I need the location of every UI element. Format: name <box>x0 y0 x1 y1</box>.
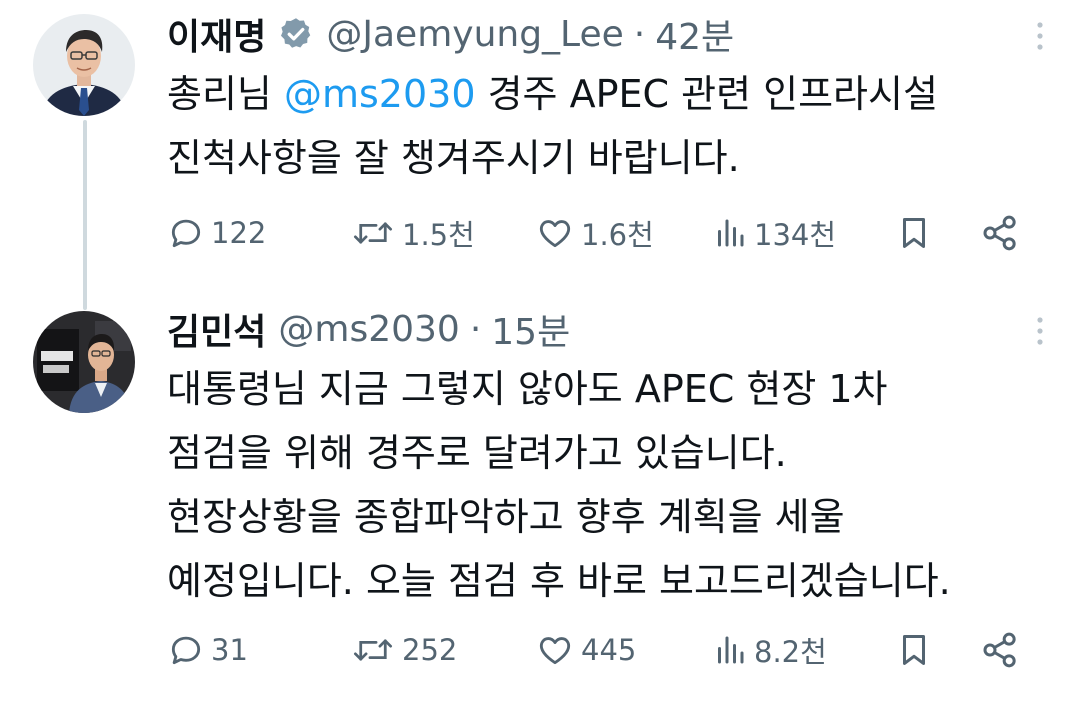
views-button[interactable]: 8.2천 <box>712 625 827 675</box>
heart-icon <box>539 220 571 248</box>
tweet[interactable]: 이재명 @Jaemyung_Lee · 42분 총리님 @ms2030 경주 A… <box>0 0 1080 290</box>
bookmark-icon <box>902 218 926 248</box>
user-handle[interactable]: @Jaemyung_Lee <box>326 14 623 55</box>
text-segment: 경주 APEC 관련 인프라시설 <box>475 72 938 116</box>
display-name[interactable]: 이재명 <box>167 8 266 60</box>
reply-count: 122 <box>211 216 267 250</box>
text-segment: 점검을 위해 경주로 달려가고 있습니다. <box>167 431 787 475</box>
like-count: 1.6천 <box>581 218 654 252</box>
vertical-dots-icon[interactable] <box>1030 313 1050 349</box>
reply-button[interactable]: 31 <box>167 625 248 675</box>
repost-count: 1.5천 <box>402 218 475 252</box>
display-name[interactable]: 김민석 <box>167 303 266 355</box>
like-button[interactable]: 445 <box>535 625 636 675</box>
heart-icon <box>539 637 571 665</box>
bar-chart-icon <box>718 636 744 664</box>
tweet-actions: 122 1.5천 1.6천 134천 <box>167 208 1050 258</box>
tweet-text: 총리님 @ms2030 경주 APEC 관련 인프라시설 진척사항을 잘 챙겨주… <box>167 62 1067 190</box>
tweet-text-line: 점검을 위해 경주로 달려가고 있습니다. <box>167 421 1067 485</box>
vertical-dots-icon[interactable] <box>1030 18 1050 54</box>
avatar[interactable] <box>33 311 135 413</box>
view-count: 134천 <box>754 218 837 252</box>
tweet-text-line: 진척사항을 잘 챙겨주시기 바랍니다. <box>167 126 1067 190</box>
tweet-text-line: 대통령님 지금 그렇지 않아도 APEC 현장 1차 <box>167 357 1067 421</box>
bookmark-button[interactable] <box>895 625 933 675</box>
repost-button[interactable]: 1.5천 <box>350 208 475 258</box>
tweet-header: 김민석 @ms2030 · 15분 <box>167 301 570 357</box>
verified-badge-icon[interactable] <box>278 16 314 52</box>
repost-button[interactable]: 252 <box>350 625 457 675</box>
text-segment: 예정입니다. 오늘 점검 후 바로 보고드리겠습니다. <box>167 559 951 603</box>
reply-button[interactable]: 122 <box>167 208 266 258</box>
reply-count: 31 <box>211 633 248 667</box>
tweet-actions: 31 252 445 8.2천 <box>167 625 1050 675</box>
like-count: 445 <box>581 633 637 667</box>
repost-arrows-icon <box>353 222 393 244</box>
share-button[interactable] <box>980 625 1020 675</box>
text-segment: 총리님 <box>167 72 284 116</box>
reply-bubble-icon <box>171 636 201 665</box>
separator-dot: · <box>469 308 482 350</box>
like-button[interactable]: 1.6천 <box>535 208 654 258</box>
text-segment: 대통령님 지금 그렇지 않아도 APEC 현장 1차 <box>167 367 888 411</box>
post-time[interactable]: 15분 <box>491 303 570 355</box>
tweet[interactable]: 김민석 @ms2030 · 15분 대통령님 지금 그렇지 않아도 APEC 현… <box>0 295 1080 701</box>
tweet-header: 이재명 @Jaemyung_Lee · 42분 <box>167 6 734 62</box>
text-segment: 진척사항을 잘 챙겨주시기 바랍니다. <box>167 136 740 180</box>
tweet-text-line: 총리님 @ms2030 경주 APEC 관련 인프라시설 <box>167 62 1067 126</box>
view-count: 8.2천 <box>754 635 827 669</box>
bookmark-icon <box>902 635 926 665</box>
bar-chart-icon <box>718 219 744 247</box>
text-segment: 현장상황을 종합파악하고 향후 계획을 세울 <box>167 495 845 539</box>
avatar[interactable] <box>33 14 135 116</box>
bookmark-button[interactable] <box>895 208 933 258</box>
repost-count: 252 <box>402 633 458 667</box>
post-time[interactable]: 42분 <box>655 8 734 60</box>
reply-bubble-icon <box>171 219 201 248</box>
tweet-text: 대통령님 지금 그렇지 않아도 APEC 현장 1차 점검을 위해 경주로 달려… <box>167 357 1067 613</box>
share-icon <box>983 632 1016 668</box>
views-button[interactable]: 134천 <box>712 208 836 258</box>
tweet-text-line: 현장상황을 종합파악하고 향후 계획을 세울 <box>167 485 1067 549</box>
user-handle[interactable]: @ms2030 <box>278 309 459 350</box>
share-icon <box>983 215 1016 251</box>
tweet-thread: 이재명 @Jaemyung_Lee · 42분 총리님 @ms2030 경주 A… <box>0 0 1080 701</box>
tweet-text-line: 예정입니다. 오늘 점검 후 바로 보고드리겠습니다. <box>167 549 1067 613</box>
repost-arrows-icon <box>353 639 393 661</box>
share-button[interactable] <box>980 208 1020 258</box>
separator-dot: · <box>633 13 646 55</box>
mention-link[interactable]: @ms2030 <box>284 72 476 116</box>
